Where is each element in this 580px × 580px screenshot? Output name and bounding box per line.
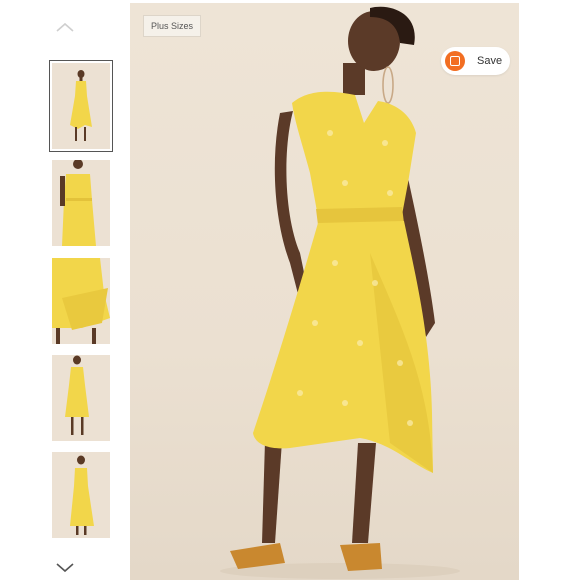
save-button[interactable]: Save [441, 47, 510, 75]
thumbnail-3[interactable] [52, 258, 110, 344]
thumbnail-2-image [60, 160, 96, 246]
thumbnail-3-image [52, 258, 110, 344]
chevron-up-icon[interactable] [56, 22, 74, 32]
thumbnail-1-image [70, 70, 92, 141]
thumbnail-rail [0, 0, 130, 580]
thumbnail-4[interactable] [52, 355, 110, 441]
save-icon [445, 51, 465, 71]
thumbnail-4-image [65, 355, 89, 435]
thumbnail-1[interactable] [49, 60, 113, 152]
thumbnail-5[interactable] [52, 452, 110, 538]
save-label: Save [477, 55, 503, 67]
thumbnail-5-image [70, 455, 94, 535]
model-illustration [220, 6, 460, 579]
chevron-down-icon[interactable] [56, 563, 74, 573]
thumbnail-2[interactable] [52, 160, 110, 246]
right-margin [519, 0, 580, 580]
main-product-image: Plus Sizes Save [130, 3, 519, 580]
plus-sizes-badge: Plus Sizes [143, 15, 202, 37]
